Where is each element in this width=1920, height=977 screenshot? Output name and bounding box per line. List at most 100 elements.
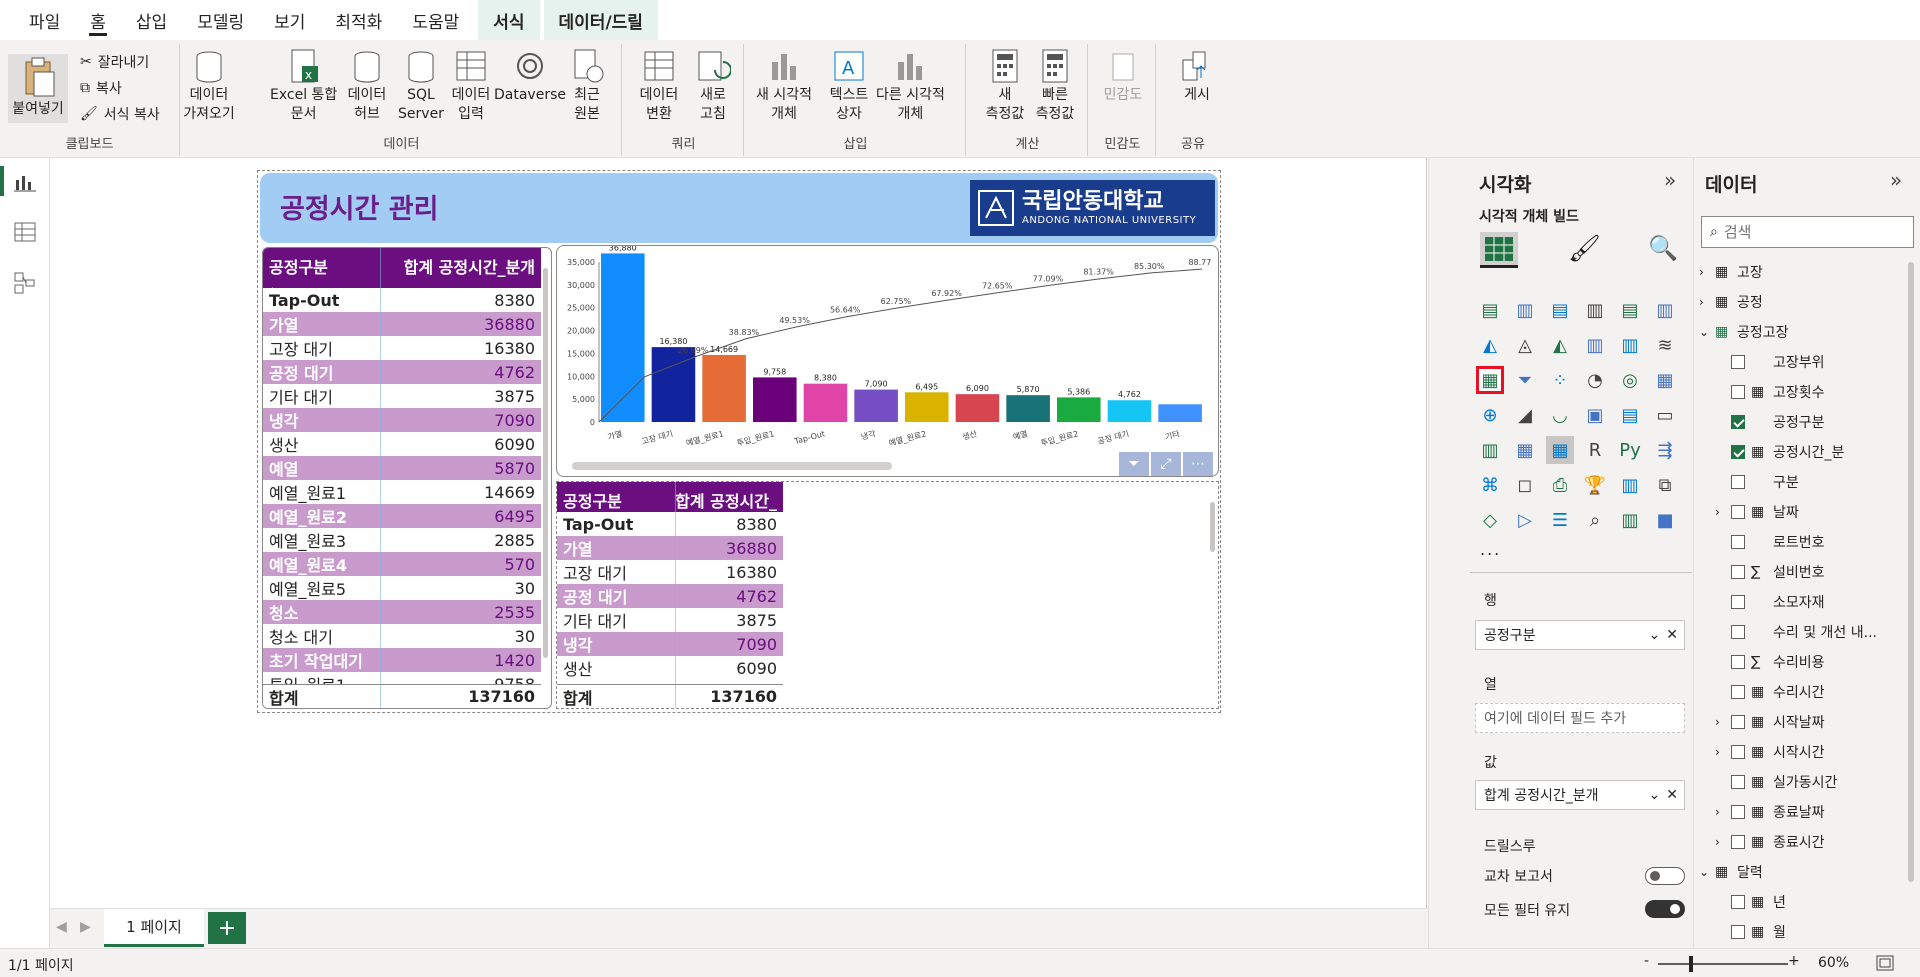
zoom-slider-thumb[interactable] — [1689, 956, 1693, 972]
waterfall-icon[interactable]: ≋ — [1651, 331, 1679, 359]
power-automate-icon[interactable]: ◇ — [1476, 506, 1504, 534]
decomposition-icon[interactable]: ⌘ — [1476, 471, 1504, 499]
field-item[interactable]: ▦ 월 — [1715, 920, 1786, 940]
field-item[interactable]: ⌄ ▦ 공정고장 — [1699, 320, 1789, 344]
remove-field-icon[interactable]: ✕ — [1666, 627, 1678, 643]
more-visuals-button[interactable]: ... — [1480, 540, 1501, 559]
funnel-icon[interactable]: ⏷ — [1511, 366, 1539, 394]
field-checkbox[interactable] — [1731, 715, 1745, 729]
transform-data-button[interactable]: 데이터 변환 — [632, 48, 686, 124]
area-icon[interactable]: ◬ — [1511, 331, 1539, 359]
rows-well[interactable]: 공정구분 ⌄ ✕ — [1475, 620, 1685, 650]
expand-chevron-icon[interactable]: › — [1699, 265, 1709, 279]
field-item[interactable]: ▦ 고장횟수 — [1715, 380, 1825, 404]
field-checkbox[interactable] — [1731, 505, 1745, 519]
matrix-icon[interactable]: ▦ — [1546, 436, 1574, 464]
enter-data-button[interactable]: 데이터 입력 — [444, 48, 498, 124]
100-column-icon[interactable]: ▥ — [1651, 296, 1679, 324]
clustered-column-icon[interactable]: ▥ — [1581, 296, 1609, 324]
values-well[interactable]: 합계 공정시간_분개 ⌄ ✕ — [1475, 780, 1685, 810]
menu-tab-2[interactable]: 삽입 — [121, 0, 182, 40]
add-page-button[interactable]: + — [208, 912, 246, 944]
new-visual-button[interactable]: 새 시각적 개체 — [756, 48, 812, 124]
ribbon-icon[interactable]: ▥ — [1616, 331, 1644, 359]
table1-scrollbar[interactable] — [543, 268, 548, 658]
header-value[interactable]: 합계 공정시간_분개 — [379, 254, 541, 278]
field-checkbox[interactable] — [1731, 745, 1745, 759]
stacked-area-icon[interactable]: ◭ — [1546, 331, 1574, 359]
dataverse-button[interactable]: Dataverse — [494, 48, 566, 105]
power-apps-icon[interactable]: ⧉ — [1651, 471, 1679, 499]
menu-tab-8[interactable]: 데이터/드릴 — [543, 0, 658, 40]
field-item[interactable]: 수리 및 개선 내... — [1715, 620, 1877, 644]
page-tab[interactable]: 1 페이지 — [104, 909, 204, 947]
field-checkbox[interactable] — [1731, 625, 1745, 639]
prev-page-icon[interactable]: ◀ — [56, 919, 67, 935]
publish-button[interactable]: 게시 — [1170, 48, 1224, 105]
field-item[interactable]: 공정구분 — [1715, 410, 1825, 434]
heatmap-icon[interactable]: ■ — [1651, 506, 1679, 534]
field-item[interactable]: 소모자재 — [1715, 590, 1825, 614]
expand-chevron-icon[interactable]: › — [1715, 505, 1725, 519]
collapse-data-icon[interactable]: » — [1890, 168, 1902, 192]
filled-map-icon[interactable]: ◢ — [1511, 401, 1539, 429]
100-bar-icon[interactable]: ▤ — [1616, 296, 1644, 324]
menu-tab-7[interactable]: 서식 — [478, 0, 540, 40]
expand-chevron-icon[interactable]: › — [1699, 295, 1709, 309]
field-item[interactable]: ▦ 실가동시간 — [1715, 770, 1837, 794]
qa-icon[interactable]: ◻ — [1511, 471, 1539, 499]
slicer-icon[interactable]: ▥ — [1476, 436, 1504, 464]
paginated-icon[interactable]: ▥ — [1616, 471, 1644, 499]
field-checkbox[interactable] — [1731, 835, 1745, 849]
charticulator-icon[interactable]: ▥ — [1616, 506, 1644, 534]
field-item[interactable]: 고장부위 — [1715, 350, 1825, 374]
chart-scrollbar[interactable] — [572, 462, 892, 470]
cross-report-toggle[interactable] — [1645, 867, 1685, 885]
excel-button[interactable]: x Excel 통합 문서 — [270, 48, 337, 124]
report-view-icon[interactable] — [14, 172, 36, 192]
kpi-icon[interactable]: ▭ — [1651, 401, 1679, 429]
zoom-out-button[interactable]: - — [1644, 953, 1649, 969]
stacked-column-icon[interactable]: ▥ — [1511, 296, 1539, 324]
header-category[interactable]: 공정구분 — [557, 488, 673, 512]
smart-narrative-icon[interactable]: ▷ — [1511, 506, 1539, 534]
field-item[interactable]: ∑ 설비번호 — [1715, 560, 1825, 584]
field-item[interactable]: ∑ 수리비용 — [1715, 650, 1825, 674]
funnel-chart-icon[interactable]: ▦ — [1476, 366, 1504, 394]
zoom-in-button[interactable]: + — [1788, 953, 1800, 969]
search-input[interactable] — [1723, 223, 1884, 241]
analytics-icon[interactable]: 🔍 — [1648, 234, 1678, 262]
field-checkbox[interactable] — [1731, 925, 1745, 939]
keep-filters-toggle[interactable] — [1645, 900, 1685, 918]
field-checkbox[interactable] — [1731, 685, 1745, 699]
field-item[interactable]: › ▦ 시작시간 — [1715, 740, 1825, 764]
field-item[interactable]: ▦ 년 — [1715, 890, 1786, 914]
focus-mode-icon[interactable]: ⤢ — [1151, 452, 1181, 476]
field-checkbox[interactable] — [1731, 355, 1745, 369]
more-visuals-button[interactable]: 다른 시각적 개체 — [876, 48, 945, 124]
line-column-icon[interactable]: ▥ — [1581, 331, 1609, 359]
expand-chevron-icon[interactable]: ⌄ — [1699, 325, 1709, 339]
quick-measure-button[interactable]: 빠른 측정값 — [1028, 48, 1082, 124]
field-checkbox[interactable] — [1731, 565, 1745, 579]
menu-tab-3[interactable]: 모델링 — [182, 0, 259, 40]
data-hub-button[interactable]: 데이터 허브 — [340, 48, 394, 124]
table-icon[interactable]: ▦ — [1511, 436, 1539, 464]
fit-page-icon[interactable] — [1876, 955, 1894, 971]
field-checkbox[interactable] — [1731, 415, 1745, 429]
remove-field-icon[interactable]: ✕ — [1666, 787, 1678, 803]
recent-sources-button[interactable]: 최근 원본 — [560, 48, 614, 124]
field-item[interactable]: › ▦ 공정 — [1699, 290, 1763, 314]
format-painter-button[interactable]: 🖌 서식 복사 — [80, 104, 160, 124]
field-checkbox[interactable] — [1731, 475, 1745, 489]
chevron-down-icon[interactable]: ⌄ — [1649, 627, 1661, 643]
donut-icon[interactable]: ◎ — [1616, 366, 1644, 394]
table-view-icon[interactable] — [14, 222, 36, 242]
matrix-table-right[interactable]: 공정구분 합계 공정시간_분개 Tap-Out 8380 가열 36880 고장 대기 163… — [556, 481, 1219, 709]
format-visual-icon[interactable]: 🖌 — [1568, 234, 1601, 264]
field-item[interactable]: ▦ 공정시간_분 — [1715, 440, 1844, 464]
line-icon[interactable]: ◭ — [1476, 331, 1504, 359]
field-checkbox[interactable] — [1731, 385, 1745, 399]
field-item[interactable]: › ▦ 종료시간 — [1715, 830, 1825, 854]
chevron-down-icon[interactable]: ⌄ — [1649, 787, 1661, 803]
